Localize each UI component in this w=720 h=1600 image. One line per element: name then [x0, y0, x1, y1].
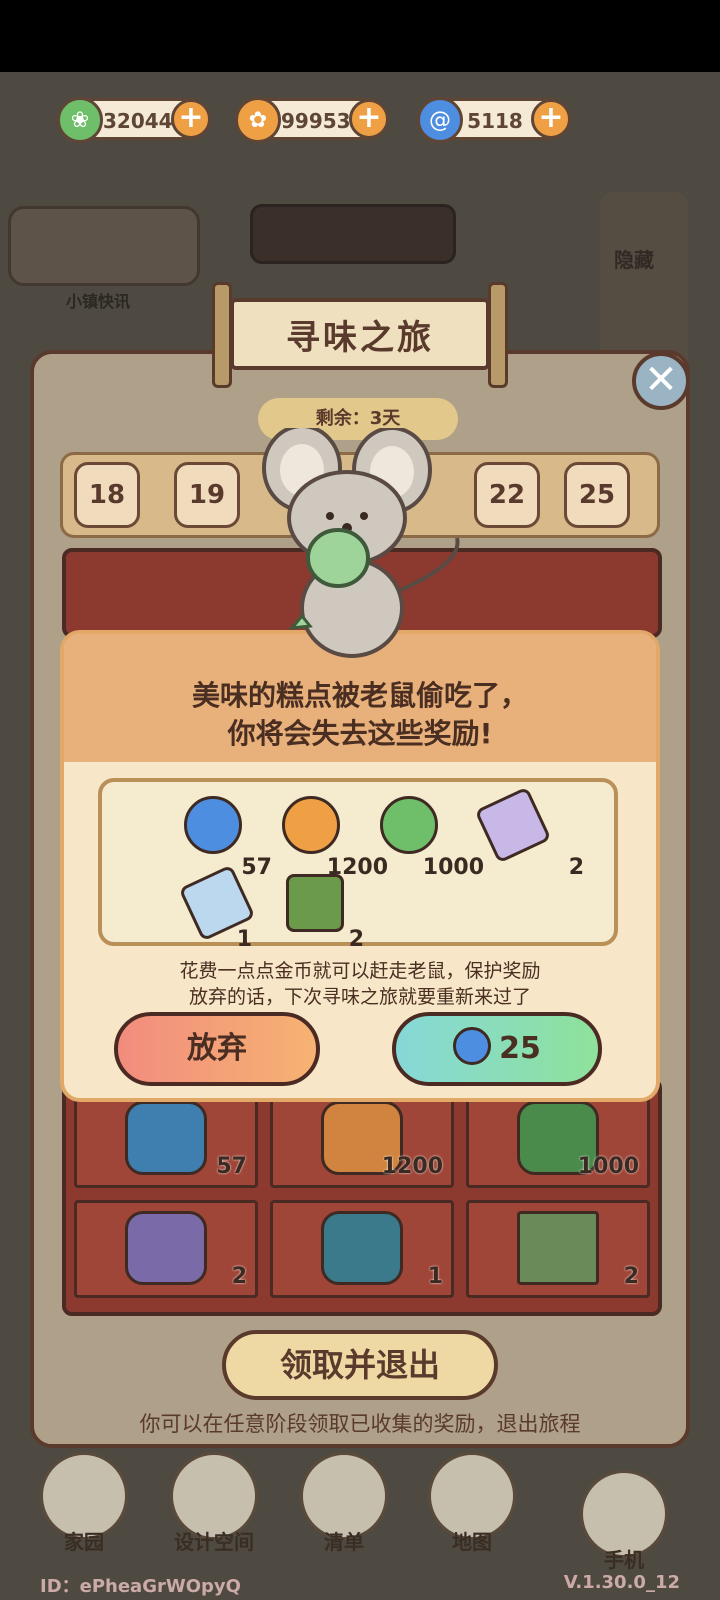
reward-item: 57	[178, 796, 272, 880]
nav-map-label: 地图	[452, 1530, 492, 1554]
lost-rewards-box: 57 1200 1000 2 1 2	[98, 778, 618, 952]
nav-design-label: 设计空间	[174, 1530, 254, 1554]
day-18: 18	[74, 462, 140, 528]
close-icon: ✕	[644, 357, 678, 403]
reward-item: 2	[280, 874, 364, 952]
leaf-coin-icon	[380, 796, 438, 854]
swirl-gem-icon: @	[417, 97, 463, 143]
day-19: 19	[174, 462, 240, 528]
grid-cell: 2	[74, 1200, 258, 1298]
pay-cost-value: 25	[499, 1031, 541, 1066]
dialog-note-2: 放弃的话，下次寻味之旅就要重新来过了	[188, 986, 531, 1008]
orange-coin-icon: ✿	[235, 97, 281, 143]
mooncake-icon	[321, 1211, 403, 1285]
page-title: 寻味之旅	[230, 298, 490, 370]
reward-grid: 57 1200 1000 2 1 2	[62, 1078, 662, 1316]
swirl-gem-icon	[184, 796, 242, 854]
mooncake-icon	[125, 1101, 207, 1175]
title-banner: 寻味之旅	[212, 282, 508, 388]
give-up-button[interactable]: 放弃	[114, 1012, 320, 1086]
reward-count: 2	[348, 927, 364, 952]
reward-count: 1	[236, 927, 252, 952]
grid-cell: 57	[74, 1090, 258, 1188]
reward-count: 2	[568, 855, 584, 880]
orange-currency-value: 99953	[281, 109, 351, 133]
cell-count: 2	[231, 1264, 247, 1289]
leaf-coin-icon: ❀	[57, 97, 103, 143]
dialog-title-line2: 你将会失去这些奖励!	[227, 717, 493, 750]
nav-phone[interactable]: 手机	[576, 1470, 672, 1573]
orange-currency: ✿ 99953 +	[235, 97, 389, 143]
cell-count: 1200	[381, 1154, 443, 1179]
reward-item: 1000	[374, 796, 484, 880]
swirl-gem-icon	[453, 1026, 492, 1065]
mouse-warning-dialog: 美味的糕点被老鼠偷吃了， 你将会失去这些奖励! 57 1200 1000 2 1…	[60, 630, 660, 1102]
orange-coin-icon	[282, 796, 340, 854]
mooncake-icon	[517, 1211, 599, 1285]
gem-currency: @ 5118 +	[417, 97, 571, 143]
close-button[interactable]: ✕	[632, 352, 690, 410]
leaf-currency: ❀ 32044 +	[57, 97, 211, 143]
nav-home[interactable]: 家园	[36, 1452, 132, 1555]
pay-gems-button[interactable]: 25	[392, 1012, 602, 1086]
nav-home-label: 家园	[64, 1530, 104, 1554]
nav-phone-label: 手机	[604, 1548, 644, 1572]
gem-currency-value: 5118	[467, 109, 523, 133]
grid-cell: 1	[270, 1200, 454, 1298]
dialog-note-1: 花费一点点金币就可以赶走老鼠，保护奖励	[179, 960, 541, 982]
nav-design[interactable]: 设计空间	[166, 1452, 262, 1555]
leaf-currency-value: 32044	[103, 109, 173, 133]
reward-count: 1000	[422, 855, 484, 880]
add-gem-button[interactable]: +	[531, 99, 571, 139]
claim-and-exit-button[interactable]: 领取并退出	[222, 1330, 498, 1400]
grid-cell: 1000	[466, 1090, 650, 1188]
reward-item: 2	[474, 786, 584, 880]
nav-map[interactable]: 地图	[424, 1452, 520, 1555]
add-orange-button[interactable]: +	[349, 99, 389, 139]
cell-count: 57	[216, 1154, 247, 1179]
mouse-character	[262, 428, 460, 658]
grid-cell: 2	[466, 1200, 650, 1298]
user-id: ID：ePheaGrWOpyQ	[40, 1576, 241, 1597]
day-22: 22	[474, 462, 540, 528]
cell-count: 1000	[577, 1154, 639, 1179]
reward-item: 1200	[276, 796, 388, 880]
dialog-title-line1: 美味的糕点被老鼠偷吃了，	[191, 679, 528, 712]
mooncake-icon	[125, 1211, 207, 1285]
day-25: 25	[564, 462, 630, 528]
nav-list[interactable]: 清单	[296, 1452, 392, 1555]
reward-item: 1	[178, 864, 256, 952]
claim-tip: 你可以在任意阶段领取已收集的奖励，退出旅程	[139, 1412, 581, 1436]
nav-list-label: 清单	[324, 1530, 364, 1554]
version-label: V.1.30.0_12	[563, 1572, 680, 1593]
cell-count: 1	[427, 1264, 443, 1289]
cell-count: 2	[623, 1264, 639, 1289]
add-leaf-button[interactable]: +	[171, 99, 211, 139]
green-bottle-icon	[286, 874, 344, 932]
grid-cell: 1200	[270, 1090, 454, 1188]
purple-ticket-icon	[474, 786, 552, 864]
